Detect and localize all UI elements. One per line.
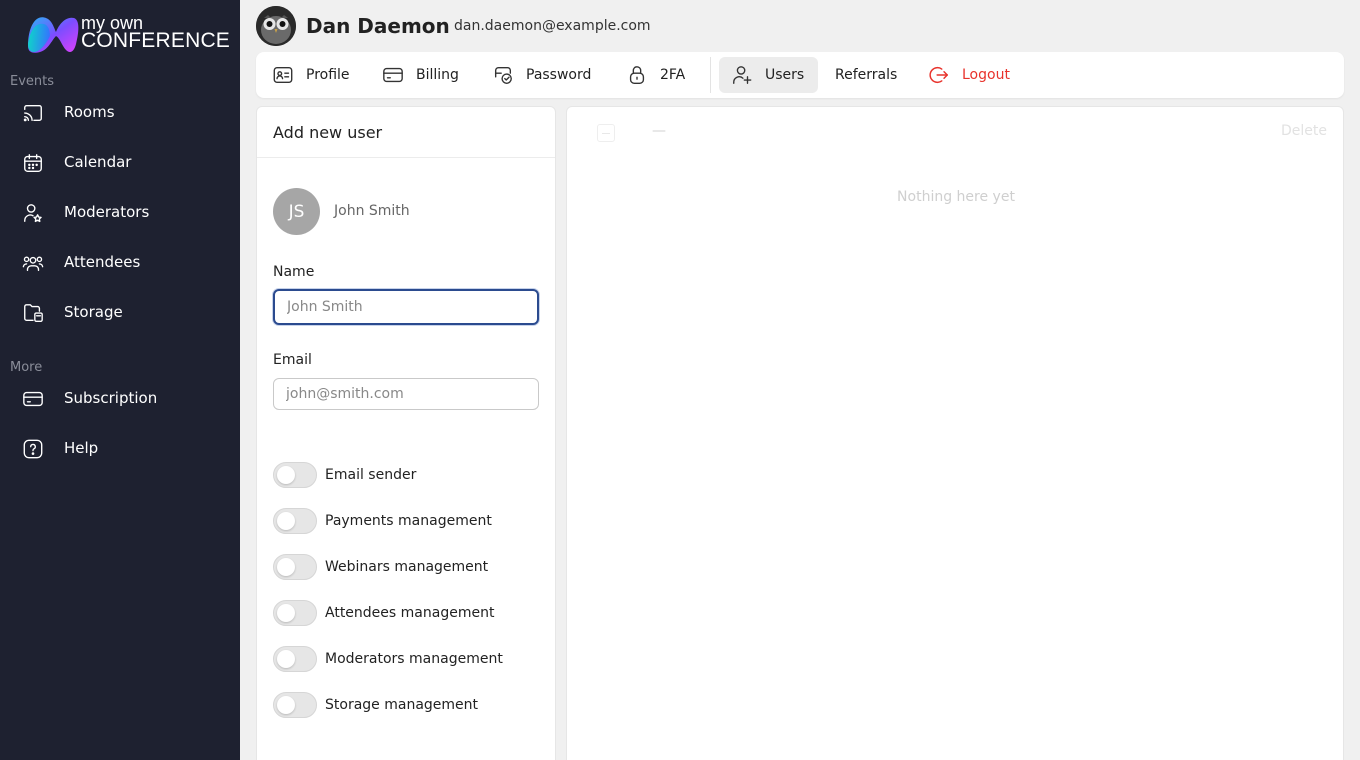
sidebar-item-help[interactable]: Help	[0, 429, 240, 469]
user-star-icon	[24, 204, 42, 223]
sidebar-item-rooms[interactable]: Rooms	[0, 93, 240, 133]
folder-icon	[24, 304, 43, 322]
logout-icon	[929, 66, 948, 84]
user-add-icon	[733, 66, 752, 84]
sidebar-item-attendees[interactable]: Attendees	[0, 243, 240, 283]
toggle-storage-management[interactable]: Storage management	[273, 692, 478, 718]
name-label: Name	[273, 264, 315, 280]
tab-2fa[interactable]: 2FA	[626, 57, 685, 93]
toggle-knob	[277, 558, 295, 576]
card-icon	[23, 391, 43, 407]
password-icon	[494, 66, 512, 84]
calendar-icon	[24, 154, 42, 172]
select-all-checkbox[interactable]	[597, 124, 615, 142]
owl-avatar-icon	[256, 6, 296, 46]
toggle-label: Attendees management	[325, 605, 495, 621]
cast-icon	[23, 104, 42, 122]
lock-icon	[629, 66, 645, 84]
selection-count: —	[652, 123, 666, 139]
tabs-divider	[710, 57, 711, 93]
sidebar-item-label: Storage	[64, 303, 123, 321]
toggle-attendees-management[interactable]: Attendees management	[273, 600, 494, 626]
sidebar-item-calendar[interactable]: Calendar	[0, 143, 240, 183]
toggle-switch[interactable]	[273, 462, 317, 488]
brand-line2: CONFERENCE	[81, 29, 231, 52]
sidebar-item-label: Attendees	[64, 253, 141, 271]
card-icon	[383, 67, 403, 83]
toggle-knob	[277, 512, 295, 530]
account-tabs: Profile Billing Password 2FA Users Refer…	[256, 52, 1344, 98]
email-label: Email	[273, 352, 312, 368]
toggle-knob	[277, 696, 295, 714]
tab-label: Logout	[962, 67, 1010, 83]
help-icon	[23, 439, 43, 459]
toggle-moderators-management[interactable]: Moderators management	[273, 646, 503, 672]
tab-label: Users	[765, 67, 805, 83]
preview-name: John Smith	[334, 203, 410, 219]
toggle-switch[interactable]	[273, 508, 317, 534]
tab-label: Profile	[306, 67, 350, 83]
tab-label: 2FA	[660, 67, 686, 83]
tab-password[interactable]: Password	[492, 57, 591, 93]
sidebar-item-storage[interactable]: Storage	[0, 293, 240, 333]
sidebar-item-moderators[interactable]: Moderators	[0, 193, 240, 233]
user-email: dan.daemon@example.com	[454, 18, 651, 34]
toggle-label: Email sender	[325, 467, 417, 483]
toggle-switch[interactable]	[273, 646, 317, 672]
sidebar-item-label: Moderators	[64, 203, 150, 221]
users-list-panel: — Delete Nothing here yet	[566, 106, 1344, 760]
sidebar: my own CONFERENCE Events Rooms Calendar …	[0, 0, 240, 760]
user-name: Dan Daemon	[306, 14, 450, 38]
tab-logout[interactable]: Logout	[928, 57, 1010, 93]
toggle-knob	[277, 650, 295, 668]
brand-logo-icon	[28, 17, 79, 53]
sidebar-item-subscription[interactable]: Subscription	[0, 379, 240, 419]
toggle-label: Payments management	[325, 513, 492, 529]
toggle-webinars-management[interactable]: Webinars management	[273, 554, 488, 580]
toggle-label: Moderators management	[325, 651, 503, 667]
delete-button[interactable]: Delete	[1281, 123, 1327, 139]
toggle-knob	[277, 604, 295, 622]
sidebar-item-label: Calendar	[64, 153, 132, 171]
avatar: JS	[273, 188, 320, 235]
toggle-payments-management[interactable]: Payments management	[273, 508, 492, 534]
toggle-switch[interactable]	[273, 554, 317, 580]
tab-label: Referrals	[835, 67, 898, 83]
add-user-panel: Add new user JS John Smith Name Email Em…	[256, 106, 556, 760]
toggle-switch[interactable]	[273, 600, 317, 626]
toggle-email-sender[interactable]: Email sender	[273, 462, 416, 488]
panel-title: Add new user	[273, 123, 383, 142]
sidebar-item-label: Subscription	[64, 389, 158, 407]
tab-label: Billing	[416, 67, 459, 83]
sidebar-item-label: Rooms	[64, 103, 115, 121]
avatar[interactable]	[256, 6, 296, 46]
empty-state: Nothing here yet	[897, 189, 1015, 205]
sidebar-item-label: Help	[64, 439, 99, 457]
tab-users[interactable]: Users	[719, 57, 819, 93]
toggle-switch[interactable]	[273, 692, 317, 718]
section-title-more: More	[10, 360, 43, 375]
tab-billing[interactable]: Billing	[382, 57, 459, 93]
divider	[257, 157, 555, 158]
users-icon	[22, 256, 44, 272]
email-input[interactable]	[273, 378, 539, 410]
name-input[interactable]	[273, 289, 539, 325]
tab-label: Password	[526, 67, 592, 83]
tab-profile[interactable]: Profile	[272, 57, 350, 93]
section-title-events: Events	[10, 74, 55, 89]
toggle-knob	[277, 466, 295, 484]
tab-referrals[interactable]: Referrals	[835, 57, 897, 93]
toggle-label: Webinars management	[325, 559, 489, 575]
id-card-icon	[273, 66, 293, 84]
brand-logo[interactable]: my own CONFERENCE	[26, 12, 230, 56]
toggle-label: Storage management	[325, 697, 479, 713]
